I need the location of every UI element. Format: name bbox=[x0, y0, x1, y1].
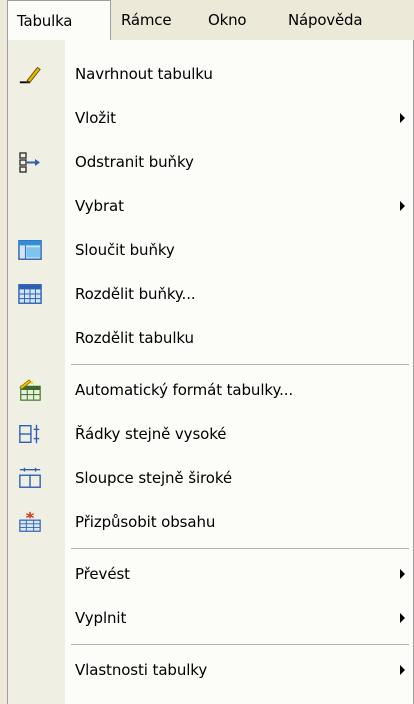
menu-separator bbox=[71, 364, 409, 365]
submenu-arrow-icon bbox=[400, 113, 405, 123]
menu-ramce[interactable]: Rámce bbox=[111, 0, 198, 40]
menu-separator bbox=[71, 548, 409, 549]
merge-cells-icon bbox=[18, 238, 42, 262]
menu-item-label: Rozdělit tabulku bbox=[75, 329, 194, 347]
menu-item-label: Vlastnosti tabulky bbox=[75, 661, 208, 679]
menu-bar: Tabulka Rámce Okno Nápověda bbox=[0, 0, 414, 40]
pencil-icon bbox=[18, 62, 42, 86]
menu-item-sloupce-stejne-siroke[interactable]: Sloupce stejně široké bbox=[8, 456, 413, 500]
submenu-arrow-icon bbox=[400, 665, 405, 675]
menu-item-radky-stejne-vysoke[interactable]: Řádky stejně vysoké bbox=[8, 412, 413, 456]
distribute-rows-icon bbox=[18, 422, 42, 446]
menu-item-navrhnout-tabulku[interactable]: Navrhnout tabulku bbox=[8, 52, 413, 96]
split-cells-icon bbox=[18, 282, 42, 306]
submenu-arrow-icon bbox=[400, 201, 405, 211]
menu-item-vyplnit[interactable]: Vyplnit bbox=[8, 596, 413, 640]
delete-cells-icon bbox=[18, 150, 42, 174]
menu-item-vlastnosti-tabulky[interactable]: Vlastnosti tabulky bbox=[8, 648, 413, 692]
menu-item-sloucit-bunky[interactable]: Sloučit buňky bbox=[8, 228, 413, 272]
menu-item-label: Odstranit buňky bbox=[75, 153, 194, 171]
menu-item-label: Přizpůsobit obsahu bbox=[75, 513, 216, 531]
menu-item-label: Sloupce stejně široké bbox=[75, 469, 233, 487]
menu-item-label: Vybrat bbox=[75, 197, 124, 215]
menu-item-label: Převést bbox=[75, 565, 130, 583]
menu-item-vybrat[interactable]: Vybrat bbox=[8, 184, 413, 228]
menu-separator bbox=[71, 644, 409, 645]
menu-item-automaticky-format[interactable]: Automatický formát tabulky... bbox=[8, 368, 413, 412]
menu-item-prevest[interactable]: Převést bbox=[8, 552, 413, 596]
menu-napoveda[interactable]: Nápověda bbox=[282, 0, 412, 40]
autoformat-icon bbox=[18, 378, 42, 402]
menu-item-label: Vyplnit bbox=[75, 609, 127, 627]
menu-item-label: Navrhnout tabulku bbox=[75, 65, 213, 83]
submenu-arrow-icon bbox=[400, 569, 405, 579]
menu-okno[interactable]: Okno bbox=[198, 0, 282, 40]
menu-item-rozdelit-bunky[interactable]: Rozdělit buňky... bbox=[8, 272, 413, 316]
menu-item-label: Rozdělit buňky... bbox=[75, 285, 196, 303]
menu-item-odstranit-bunky[interactable]: Odstranit buňky bbox=[8, 140, 413, 184]
menu-item-label: Řádky stejně vysoké bbox=[75, 425, 227, 443]
tabulka-dropdown-menu: Navrhnout tabulku Vložit Odstranit buňky… bbox=[7, 40, 414, 704]
submenu-arrow-icon bbox=[400, 613, 405, 623]
menu-item-prizpusobit-obsahu[interactable]: Přizpůsobit obsahu bbox=[8, 500, 413, 544]
menu-item-label: Automatický formát tabulky... bbox=[75, 381, 294, 399]
autofit-icon bbox=[18, 510, 42, 534]
menu-item-label: Vložit bbox=[75, 109, 116, 127]
distribute-columns-icon bbox=[18, 466, 42, 490]
menu-item-rozdelit-tabulku[interactable]: Rozdělit tabulku bbox=[8, 316, 413, 360]
menu-tabulka[interactable]: Tabulka bbox=[7, 0, 111, 40]
menu-item-vlozit[interactable]: Vložit bbox=[8, 96, 413, 140]
menu-item-label: Sloučit buňky bbox=[75, 241, 175, 259]
